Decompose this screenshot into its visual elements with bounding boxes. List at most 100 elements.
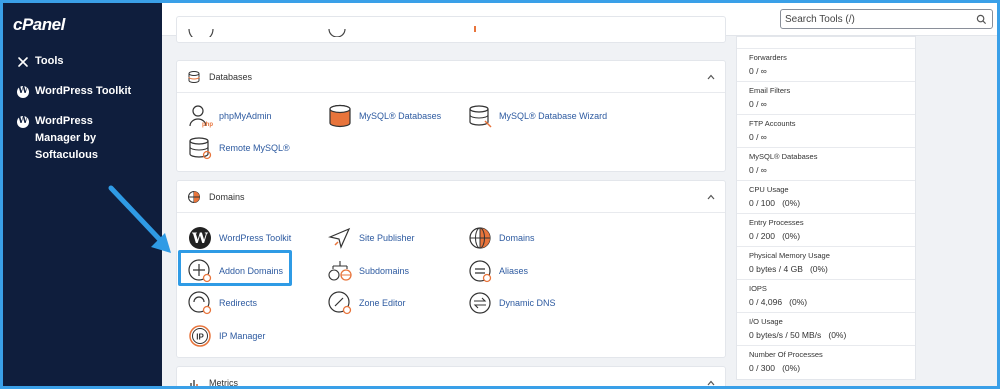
- search-input[interactable]: [781, 13, 971, 25]
- tool-label: Domains: [499, 233, 535, 243]
- tool-label: MySQL® Database Wizard: [499, 111, 608, 121]
- mysql-wizard-icon: [467, 103, 493, 129]
- aliases-icon: [467, 258, 493, 284]
- stat-label: Email Filters: [749, 86, 791, 95]
- cpanel-logo[interactable]: cPanel: [13, 15, 65, 35]
- sidebar-item-tools[interactable]: Tools: [15, 53, 160, 70]
- sidebar-item-label: WordPress Toolkit: [35, 85, 132, 97]
- sidebar-item-label: WordPress Manager by Softaculous: [35, 115, 98, 161]
- section-title: Domains: [209, 191, 245, 202]
- stat-label: MySQL® Databases: [749, 152, 818, 161]
- svg-text:W: W: [191, 231, 208, 247]
- svg-text:php: php: [202, 122, 213, 128]
- tool-site-publisher[interactable]: Site Publisher: [327, 225, 415, 251]
- stat-label: Entry Processes: [749, 218, 804, 227]
- databases-header[interactable]: Databases: [177, 61, 725, 93]
- tool-label: Remote MySQL®: [219, 143, 290, 153]
- ip-manager-icon: IP: [187, 323, 213, 349]
- tool-label: WordPress Toolkit: [219, 233, 292, 243]
- stat-number-of-processes: Number Of Processes 0 / 300 (0%): [737, 346, 915, 379]
- domains-header[interactable]: Domains: [177, 181, 725, 213]
- stat-label: Number Of Processes: [749, 350, 823, 359]
- tool-icon-partial: [188, 28, 214, 37]
- sidebar-item-label: Tools: [35, 55, 64, 67]
- subdomains-icon: [327, 258, 353, 284]
- tool-wordpress-toolkit[interactable]: W WordPress Toolkit: [187, 225, 291, 251]
- tool-remote-mysql[interactable]: Remote MySQL®: [187, 135, 290, 161]
- chevron-up-icon[interactable]: [707, 193, 715, 201]
- statistics-panel: Forwarders 0 / ∞ Email Filters 0 / ∞ FTP…: [736, 36, 916, 380]
- tool-zone-editor[interactable]: Zone Editor: [327, 290, 406, 316]
- tool-mysql-database-wizard[interactable]: MySQL® Database Wizard: [467, 103, 607, 129]
- tool-dynamic-dns[interactable]: Dynamic DNS: [467, 290, 556, 316]
- stat-physical-memory: Physical Memory Usage 0 bytes / 4 GB (0%…: [737, 247, 915, 280]
- files-panel-partial: [176, 16, 726, 43]
- phpmyadmin-icon: php: [187, 103, 213, 129]
- stat-entry-processes: Entry Processes 0 / 200 (0%): [737, 214, 915, 247]
- sidebar-item-wordpress-manager[interactable]: W WordPress Manager by Softaculous: [15, 113, 160, 164]
- databases-panel: Databases php phpMyAdmin MySQL® Database…: [176, 60, 726, 172]
- stat-label: I/O Usage: [749, 317, 783, 326]
- stat-iops: IOPS 0 / 4,096 (0%): [737, 280, 915, 313]
- tools-icon: [15, 53, 31, 70]
- domains-icon: [467, 225, 493, 251]
- stat-mysql-databases: MySQL® Databases 0 / ∞: [737, 148, 915, 181]
- stat-ftp-accounts: FTP Accounts 0 / ∞: [737, 115, 915, 148]
- tool-redirects[interactable]: Redirects: [187, 290, 257, 316]
- tool-domains[interactable]: Domains: [467, 225, 535, 251]
- tool-label: IP Manager: [219, 331, 266, 341]
- sidebar: cPanel Tools W WordPress Toolkit W WordP…: [3, 3, 162, 386]
- mysql-databases-icon: [327, 103, 353, 129]
- stat-email-filters: Email Filters 0 / ∞: [737, 82, 915, 115]
- stat-forwarders: [737, 37, 915, 49]
- stat-value: 0 / ∞: [749, 165, 767, 175]
- stat-label: Forwarders: [749, 53, 787, 62]
- tool-aliases[interactable]: Aliases: [467, 258, 528, 284]
- stat-forwarders: Forwarders 0 / ∞: [737, 49, 915, 82]
- search-box[interactable]: [780, 9, 993, 29]
- stat-label: FTP Accounts: [749, 119, 796, 128]
- site-publisher-icon: [327, 225, 353, 251]
- section-title: Metrics: [209, 378, 238, 386]
- svg-text:IP: IP: [196, 333, 204, 342]
- tool-label: Aliases: [499, 266, 529, 276]
- chevron-up-icon[interactable]: [707, 73, 715, 81]
- globe-icon: [187, 190, 201, 204]
- section-title: Databases: [209, 71, 253, 82]
- addon-domains-highlight: [178, 250, 292, 286]
- stat-label: CPU Usage: [749, 185, 789, 194]
- stat-label: IOPS: [749, 284, 767, 293]
- tool-icon-partial: [474, 26, 476, 32]
- stat-value: 0 bytes / 4 GB (0%): [749, 264, 828, 274]
- stat-value: 0 / ∞: [749, 132, 767, 142]
- stat-value: 0 bytes/s / 50 MB/s (0%): [749, 330, 847, 340]
- sidebar-nav: Tools W WordPress Toolkit W WordPress Ma…: [15, 53, 160, 177]
- sidebar-item-wordpress-toolkit[interactable]: W WordPress Toolkit: [15, 83, 160, 100]
- tool-mysql-databases[interactable]: MySQL® Databases: [327, 103, 441, 129]
- dynamic-dns-icon: [467, 290, 493, 316]
- tool-ip-manager[interactable]: IP IP Manager: [187, 323, 265, 349]
- metrics-header[interactable]: Metrics: [177, 367, 725, 386]
- tool-label: Subdomains: [359, 266, 410, 276]
- stat-label: Physical Memory Usage: [749, 251, 830, 260]
- remote-mysql-icon: [187, 135, 213, 161]
- tool-label: Redirects: [219, 298, 258, 308]
- tool-label: Dynamic DNS: [499, 298, 556, 308]
- wordpress-icon: W: [17, 85, 29, 98]
- stat-cpu-usage: CPU Usage 0 / 100 (0%): [737, 181, 915, 214]
- database-icon: [187, 70, 201, 84]
- stat-io-usage: I/O Usage 0 bytes/s / 50 MB/s (0%): [737, 313, 915, 346]
- search-icon[interactable]: [976, 14, 987, 25]
- wordpress-icon: W: [187, 225, 213, 251]
- chevron-up-icon[interactable]: [707, 379, 715, 386]
- tool-subdomains[interactable]: Subdomains: [327, 258, 409, 284]
- tool-phpmyadmin[interactable]: php phpMyAdmin: [187, 103, 272, 129]
- tool-icon-partial: [328, 28, 346, 37]
- redirects-icon: [187, 290, 213, 316]
- stat-value: 0 / 4,096 (0%): [749, 297, 808, 307]
- app-window: cPanel Tools W WordPress Toolkit W WordP…: [3, 3, 997, 386]
- tool-label: MySQL® Databases: [359, 111, 442, 121]
- tool-label: Zone Editor: [359, 298, 406, 308]
- stat-value: 0 / ∞: [749, 99, 767, 109]
- stat-value: 0 / 200 (0%): [749, 231, 801, 241]
